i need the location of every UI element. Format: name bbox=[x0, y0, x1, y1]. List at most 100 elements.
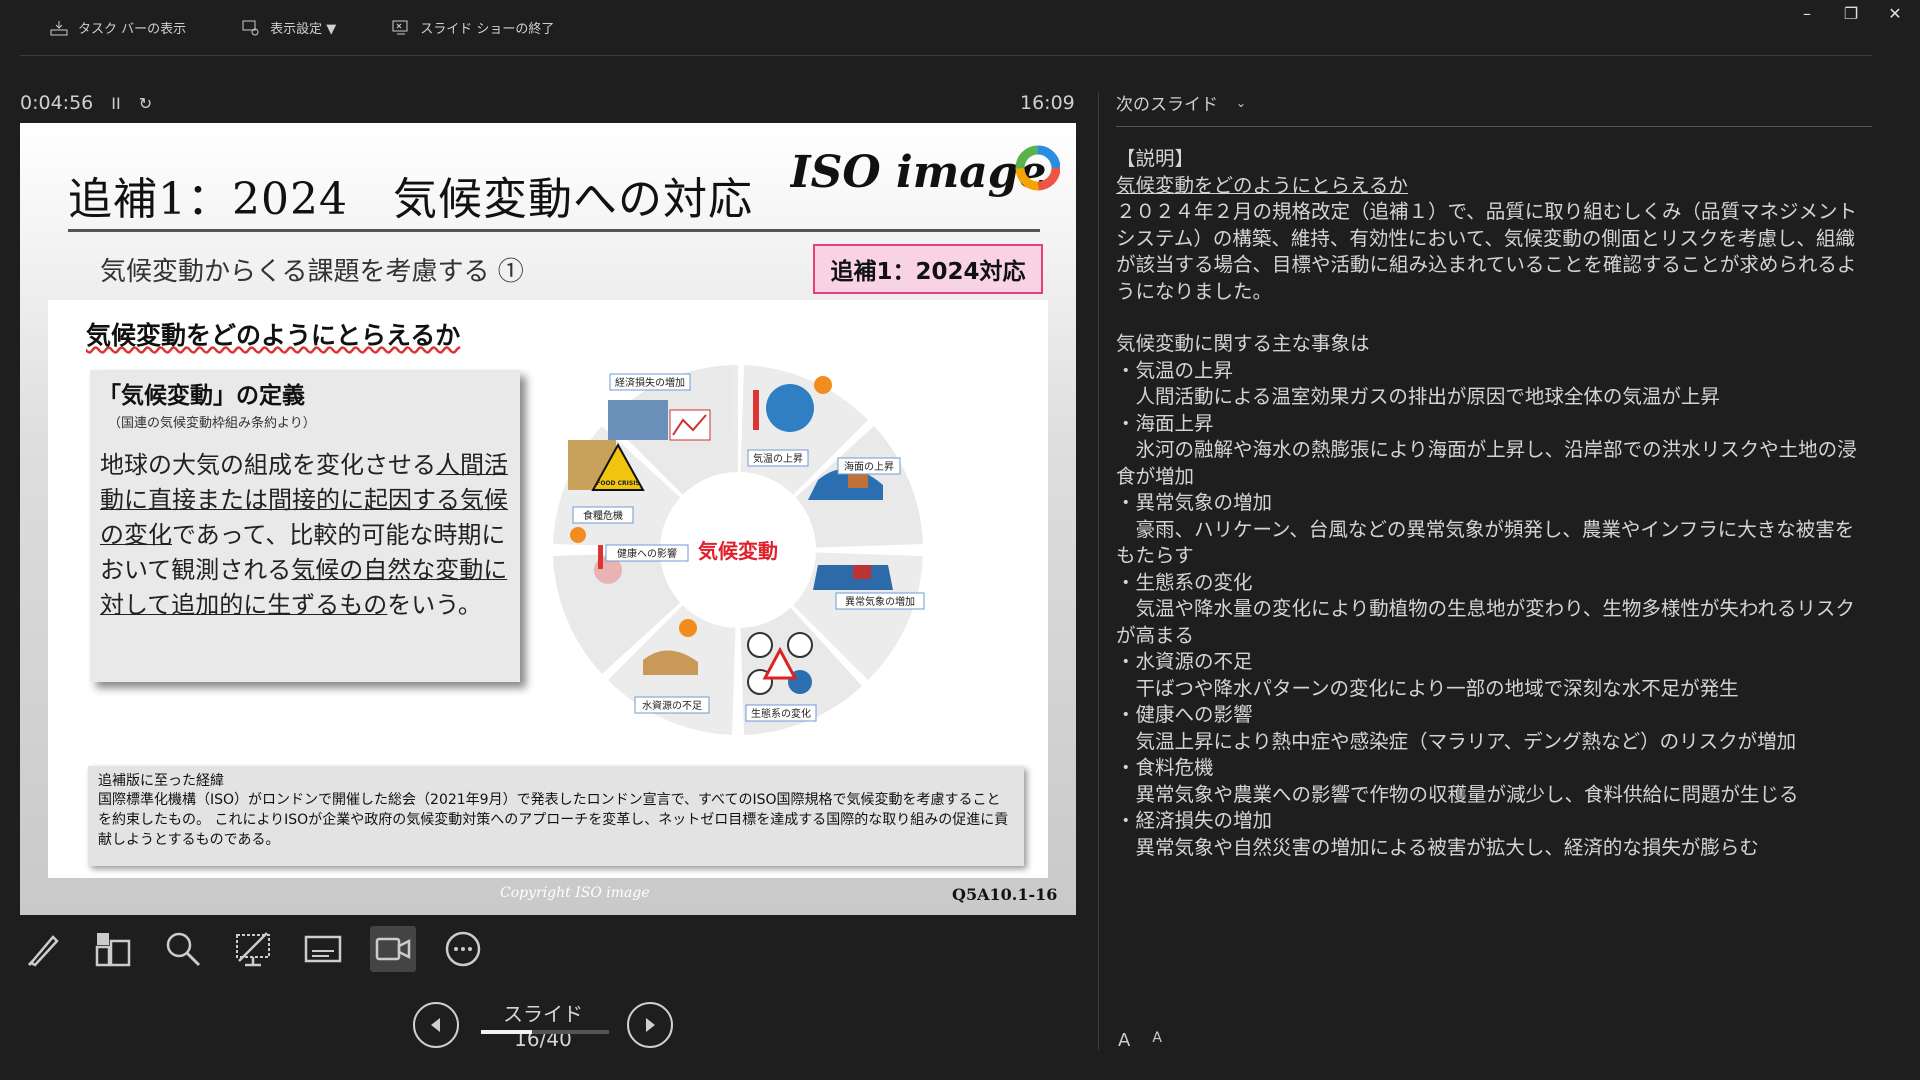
notes-item-desc: 異常気象や自然災害の増加による被害が拡大し、経済的な損失が膨らむ bbox=[1116, 835, 1759, 859]
notes-item-name: ・気温の上昇 bbox=[1116, 358, 1234, 382]
black-screen-button[interactable] bbox=[230, 926, 276, 972]
presentation-timer: 0:04:56 II ↻ bbox=[20, 92, 152, 114]
previous-arrow-icon bbox=[431, 1017, 440, 1032]
notes-item-desc: 豪雨、ハリケーン、台風などの異常気象が頻発し、農業やインフラに大きな被害をもたら… bbox=[1116, 517, 1855, 568]
pen-icon bbox=[27, 935, 59, 967]
notes-item-desc: 人間活動による温室効果ガスの排出が原因で地球全体の気温が上昇 bbox=[1116, 385, 1720, 408]
minimize-button[interactable]: – bbox=[1796, 4, 1818, 23]
subtitles-icon bbox=[304, 935, 342, 963]
notes-item-desc: 気温上昇により熱中症や感染症（マラリア、デング熱など）のリスクが増加 bbox=[1116, 729, 1797, 753]
definition-title: 「気候変動」の定義 bbox=[98, 383, 305, 409]
display-settings-label: 表示設定 ▼ bbox=[270, 22, 337, 37]
label-water-shortage: 水資源の不足 bbox=[642, 699, 702, 712]
camera-button[interactable] bbox=[370, 926, 416, 972]
increase-font-button[interactable]: A bbox=[1118, 1030, 1130, 1051]
more-icon bbox=[445, 931, 481, 967]
definition-text: 地球の大気の組成を変化させる人間活動に直接または間接的に起因する気候の変化であっ… bbox=[100, 448, 508, 623]
notes-item-desc: 気温や降水量の変化により動植物の生息地が変わり、生物多様性が失われるリスクが高ま… bbox=[1116, 597, 1855, 647]
logo-text: ISO image bbox=[790, 147, 1047, 198]
current-time: 16:09 bbox=[1020, 92, 1075, 114]
history-title: 追補版に至った経緯 bbox=[98, 773, 224, 789]
display-settings-button[interactable]: 表示設定 ▼ bbox=[242, 18, 336, 37]
speaker-notes[interactable]: 【説明】 気候変動をどのようにとらえるか ２０２４年２月の規格改定（追補１）で、… bbox=[1116, 146, 1866, 861]
label-ecosystem-change: 生態系の変化 bbox=[751, 707, 811, 720]
history-box: 追補版に至った経緯 国際標準化機構（ISO）がロンドンで開催した総会（2021年… bbox=[88, 766, 1024, 866]
presenter-tools bbox=[20, 926, 486, 972]
elapsed-time: 0:04:56 bbox=[20, 92, 94, 114]
wheel-center-label: 気候変動 bbox=[698, 539, 778, 563]
end-slideshow-icon bbox=[392, 20, 408, 34]
notes-item-desc: 干ばつや降水パターンの変化により一部の地域で深刻な水不足が発生 bbox=[1116, 676, 1739, 700]
slide-counter[interactable]: スライド 16/40 bbox=[479, 998, 609, 1051]
slide-navigation: スライド 16/40 bbox=[413, 998, 673, 1051]
slide-progress-fill bbox=[481, 1030, 533, 1034]
notes-item-name: ・異常気象の増加 bbox=[1116, 491, 1273, 514]
slide-progress-bar bbox=[481, 1030, 609, 1034]
definition-part: 地球の大気の組成を変化させる bbox=[100, 451, 436, 479]
slide-copyright: Copyright ISO image bbox=[500, 885, 650, 901]
notes-item-name: ・健康への影響 bbox=[1116, 703, 1253, 726]
pause-timer-button[interactable]: II bbox=[111, 94, 120, 113]
definition-part: をいう。 bbox=[387, 591, 482, 619]
chevron-down-icon: ⌄ bbox=[1236, 95, 1247, 110]
more-options-button[interactable] bbox=[440, 926, 486, 972]
reset-timer-button[interactable]: ↻ bbox=[139, 94, 152, 113]
next-slide-button[interactable] bbox=[627, 1001, 673, 1048]
next-slide-label: 次のスライド bbox=[1116, 95, 1218, 115]
notes-heading: 気候変動をどのようにとらえるか bbox=[1116, 173, 1408, 197]
label-extreme-weather: 異常気象の増加 bbox=[845, 595, 915, 608]
title-underline bbox=[68, 229, 1040, 232]
slides-grid-icon bbox=[95, 933, 131, 967]
label-food-crisis: 食糧危機 bbox=[583, 509, 623, 522]
display-settings-icon bbox=[242, 20, 259, 35]
show-taskbar-label: タスク バーの表示 bbox=[78, 22, 187, 37]
amendment-badge: 追補1：2024対応 bbox=[813, 244, 1043, 294]
notes-item-name: ・生態系の変化 bbox=[1116, 570, 1253, 594]
notes-item-name: ・経済損失の増加 bbox=[1116, 809, 1273, 832]
restore-button[interactable]: ❐ bbox=[1840, 4, 1862, 23]
previous-slide-button[interactable] bbox=[413, 1001, 459, 1048]
notes-font-controls: A A bbox=[1118, 1030, 1162, 1051]
see-all-slides-button[interactable] bbox=[90, 926, 136, 972]
subtitles-button[interactable] bbox=[300, 926, 346, 972]
label-health-impact: 健康への影響 bbox=[617, 547, 677, 560]
taskbar-icon bbox=[50, 20, 68, 35]
climate-change-wheel: 経済損失の増加 気温の上昇 海面の上昇 異常気象の増加 生態系の変化 水資源の不… bbox=[553, 365, 925, 735]
label-economic-loss: 経済損失の増加 bbox=[615, 376, 685, 389]
notes-item-name: ・海面上昇 bbox=[1116, 411, 1214, 435]
panel-divider bbox=[1098, 92, 1099, 1050]
next-slide-dropdown[interactable]: 次のスライド ⌄ bbox=[1116, 90, 1246, 115]
slide-content-panel: 気候変動をどのようにとらえるか 「気候変動」の定義 （国連の気候変動枠組み条約よ… bbox=[48, 300, 1048, 878]
iso-image-logo: ISO image bbox=[790, 145, 1060, 198]
end-slideshow-button[interactable]: スライド ショーの終了 bbox=[392, 18, 554, 37]
slide-counter-label: スライド 16/40 bbox=[503, 1002, 583, 1051]
decrease-font-button[interactable]: A bbox=[1152, 1030, 1162, 1051]
slide-code: Q5A10.1-16 bbox=[952, 885, 1058, 904]
camera-icon bbox=[375, 937, 411, 961]
notes-item-name: ・食料危機 bbox=[1116, 756, 1214, 779]
notes-list-title: 気候変動に関する主な事象は bbox=[1116, 332, 1370, 355]
current-slide[interactable]: 追補1：2024 気候変動への対応 ISO image 気候変動からくる課題を考… bbox=[20, 123, 1076, 915]
definition-box: 「気候変動」の定義 （国連の気候変動枠組み条約より） 地球の大気の組成を変化させ… bbox=[90, 370, 520, 682]
black-screen-icon bbox=[236, 932, 270, 967]
question-heading: 気候変動をどのようにとらえるか bbox=[86, 321, 461, 350]
next-arrow-icon bbox=[646, 1017, 655, 1032]
show-taskbar-button[interactable]: タスク バーの表示 bbox=[50, 18, 186, 37]
food-crisis-sign: FOOD CRISIS bbox=[596, 480, 640, 487]
magnifier-icon bbox=[166, 932, 201, 967]
slide-title: 追補1：2024 気候変動への対応 bbox=[68, 174, 753, 225]
top-divider bbox=[20, 55, 1872, 56]
notes-bracket: 【説明】 bbox=[1116, 147, 1195, 170]
slide-subtitle: 気候変動からくる課題を考慮する ① bbox=[100, 257, 524, 287]
label-temperature-rise: 気温の上昇 bbox=[753, 452, 803, 465]
definition-source: （国連の気候変動枠組み条約より） bbox=[108, 416, 316, 431]
notes-intro: ２０２４年２月の規格改定（追補１）で、品質に取り組むしくみ（品質マネジメントシス… bbox=[1116, 200, 1858, 303]
notes-item-name: ・水資源の不足 bbox=[1116, 650, 1253, 673]
history-body: 国際標準化機構（ISO）がロンドンで開催した総会（2021年9月）で発表したロン… bbox=[98, 792, 1009, 848]
close-button[interactable]: ✕ bbox=[1884, 4, 1906, 23]
pen-tool-button[interactable] bbox=[20, 926, 66, 972]
label-sea-level-rise: 海面の上昇 bbox=[844, 460, 894, 473]
notes-item-desc: 異常気象や農業への影響で作物の収穫量が減少し、食料供給に問題が生じる bbox=[1116, 782, 1799, 806]
zoom-slide-button[interactable] bbox=[160, 926, 206, 972]
notes-divider bbox=[1116, 126, 1872, 127]
